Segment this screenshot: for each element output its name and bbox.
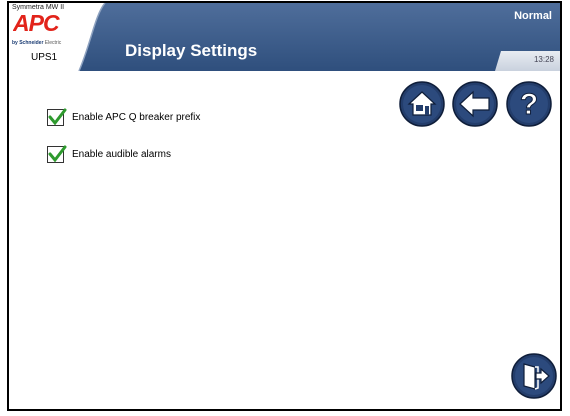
exit-button[interactable] <box>511 353 557 399</box>
product-line-label: Symmetra MW II <box>12 4 65 11</box>
home-button[interactable] <box>399 81 445 127</box>
option-label: Enable audible alarms <box>72 149 171 160</box>
checkmark-icon <box>48 145 67 163</box>
schneider-byline: by Schneider Electric <box>12 40 62 46</box>
svg-text:?: ? <box>520 88 538 121</box>
clock: 13:28 <box>533 55 554 64</box>
checkmark-icon <box>48 108 67 126</box>
option-label: Enable APC Q breaker prefix <box>72 112 201 123</box>
unit-name: UPS1 <box>31 52 58 63</box>
header-background <box>9 3 560 71</box>
back-arrow-icon <box>452 81 498 127</box>
option-audible-alarms[interactable]: Enable audible alarms <box>47 145 171 163</box>
home-icon <box>399 81 445 127</box>
help-button[interactable]: ? <box>506 81 552 127</box>
page-title: Display Settings <box>125 41 258 60</box>
help-icon: ? <box>506 81 552 127</box>
ups-display-screen: Symmetra MW II APC by Schneider Electric… <box>7 1 562 411</box>
status-indicator[interactable]: Normal <box>514 10 552 22</box>
apc-logo: APC <box>13 11 61 33</box>
checkbox-audible-alarms[interactable] <box>47 145 67 163</box>
option-apc-q-breaker-prefix[interactable]: Enable APC Q breaker prefix <box>47 108 201 126</box>
exit-door-icon <box>511 353 557 399</box>
back-button[interactable] <box>452 81 498 127</box>
checkbox-apc-q-breaker-prefix[interactable] <box>47 108 67 126</box>
svg-text:APC: APC <box>13 11 60 33</box>
